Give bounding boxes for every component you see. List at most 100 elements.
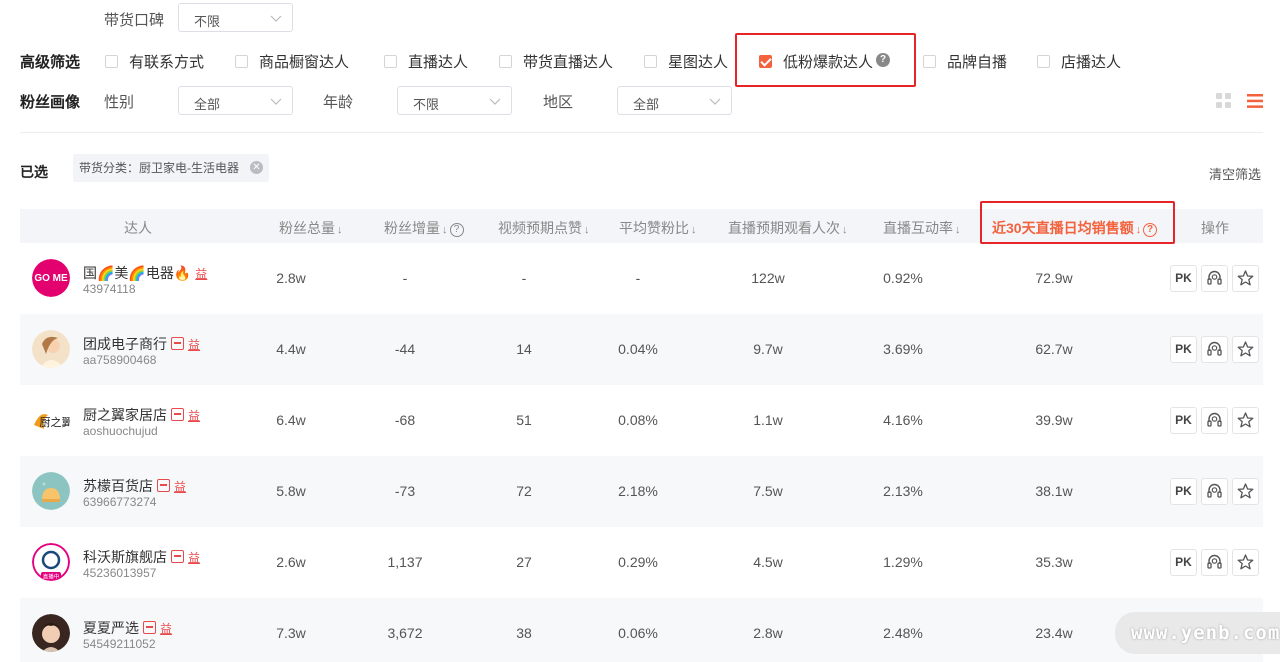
pk-button[interactable]: PK xyxy=(1170,265,1197,292)
header-live-views[interactable]: 直播预期观看人次 ↓ xyxy=(728,218,848,238)
pk-button[interactable]: PK xyxy=(1170,336,1197,363)
table-row[interactable]: GO ME 国🌈美🌈电器🔥 益 43974118 2.8w - - - 122w 0.92% 72.… xyxy=(20,243,1263,314)
table-row[interactable]: 苏檬百货店 益 63966773274 5.8w -73 72 2.18% 7.5w 2.13%… xyxy=(20,456,1263,527)
creator-name-line[interactable]: 苏檬百货店 益 xyxy=(83,476,186,496)
contact-button[interactable] xyxy=(1201,478,1228,505)
header-fans-total[interactable]: 粉丝总量 ↓ xyxy=(279,218,343,238)
cell-daily-sales: 35.3w xyxy=(1035,554,1073,570)
help-icon[interactable]: ? xyxy=(876,53,890,67)
creator-name-line[interactable]: 夏夏严选 益 xyxy=(83,618,172,638)
avatar[interactable]: 直播中 xyxy=(32,543,70,581)
creator-name-line[interactable]: 厨之翼家居店 益 xyxy=(83,405,200,425)
cell-live-interaction: 2.48% xyxy=(883,625,923,641)
cell-like-fan-ratio: - xyxy=(635,270,641,286)
clear-filters-link[interactable]: 清空筛选 xyxy=(1209,164,1261,183)
cell-daily-sales: 62.7w xyxy=(1035,341,1073,357)
option-label: 星图达人 xyxy=(668,54,729,71)
header-like-fan-ratio[interactable]: 平均赞粉比 ↓ xyxy=(619,218,697,238)
avatar[interactable] xyxy=(32,472,70,510)
cell-live-interaction: 2.13% xyxy=(883,483,923,499)
help-icon[interactable]: ? xyxy=(449,223,464,237)
creator-name[interactable]: 国🌈美🌈电器🔥 xyxy=(83,265,191,281)
creator-name[interactable]: 科沃斯旗舰店 xyxy=(83,549,167,565)
table-row[interactable]: 夏夏严选 益 54549211052 7.3w 3,672 38 0.06% 2.8w 2.48… xyxy=(20,598,1263,662)
level-badge-icon: 益 xyxy=(188,338,201,352)
cell-live-views: 2.8w xyxy=(753,625,783,641)
grid-view-icon[interactable] xyxy=(1215,92,1233,110)
level-badge-icon: 益 xyxy=(160,622,173,636)
region-select[interactable]: 全部 xyxy=(617,86,732,115)
level-badge-icon: 益 xyxy=(188,551,201,565)
header-daily-sales[interactable]: 近30天直播日均销售额 ↓? xyxy=(992,218,1158,238)
avatar[interactable]: GO ME xyxy=(32,259,70,297)
creator-name[interactable]: 团成电子商行 xyxy=(83,336,167,352)
favorite-button[interactable] xyxy=(1232,407,1259,434)
list-view-icon[interactable] xyxy=(1246,92,1264,110)
header-fans-growth[interactable]: 粉丝增量 ↓? xyxy=(384,218,464,238)
contact-button[interactable] xyxy=(1201,407,1228,434)
contact-button[interactable] xyxy=(1201,549,1228,576)
avatar[interactable]: 厨之翼 xyxy=(32,401,70,439)
reputation-select-value: 不限 xyxy=(194,14,221,29)
favorite-button[interactable] xyxy=(1232,265,1259,292)
header-video-likes[interactable]: 视频预期点赞 ↓ xyxy=(498,218,590,238)
checkbox[interactable] xyxy=(384,55,397,68)
header-live-interaction[interactable]: 直播互动率 ↓ xyxy=(883,218,961,238)
table-row[interactable]: 直播中 科沃斯旗舰店 益 45236013957 2.6w 1,137 27 0.29% 4.5… xyxy=(20,527,1263,598)
checkbox[interactable] xyxy=(105,55,118,68)
checkbox[interactable] xyxy=(923,55,936,68)
creator-name[interactable]: 夏夏严选 xyxy=(83,620,139,636)
headset-icon xyxy=(1207,483,1222,498)
cell-fans-total: 5.8w xyxy=(276,483,306,499)
shop-badge-icon xyxy=(143,621,156,634)
creator-name[interactable]: 厨之翼家居店 xyxy=(83,407,167,423)
shop-badge-icon xyxy=(171,550,184,563)
checkbox[interactable] xyxy=(235,55,248,68)
checkbox[interactable] xyxy=(499,55,512,68)
selected-filter-tag[interactable]: 带货分类：厨卫家电-生活电器 ✕ xyxy=(73,154,269,182)
cell-fans-growth: -44 xyxy=(394,341,416,357)
cell-daily-sales: 23.4w xyxy=(1035,625,1073,641)
headset-icon xyxy=(1207,270,1222,285)
star-icon xyxy=(1237,412,1254,428)
table-row[interactable]: 厨之翼 厨之翼家居店 益 aoshuochujud 6.4w -68 51 0.08% 1.1w… xyxy=(20,385,1263,456)
favorite-button[interactable] xyxy=(1232,549,1259,576)
pk-button[interactable]: PK xyxy=(1170,478,1197,505)
favorite-button[interactable] xyxy=(1232,478,1259,505)
cell-daily-sales: 72.9w xyxy=(1035,270,1073,286)
cell-daily-sales: 38.1w xyxy=(1035,483,1073,499)
star-icon xyxy=(1237,341,1254,357)
favorite-button[interactable] xyxy=(1232,336,1259,363)
avatar[interactable] xyxy=(32,330,70,368)
creator-id: 54549211052 xyxy=(83,637,156,651)
age-select[interactable]: 不限 xyxy=(397,86,512,115)
age-select-value: 不限 xyxy=(413,97,440,112)
checkbox-checked[interactable] xyxy=(759,55,772,68)
checkbox[interactable] xyxy=(644,55,657,68)
pk-button[interactable]: PK xyxy=(1170,407,1197,434)
creator-id: 63966773274 xyxy=(83,495,157,509)
reputation-select[interactable]: 不限 xyxy=(178,3,293,32)
pk-button[interactable]: PK xyxy=(1170,549,1197,576)
cell-like-fan-ratio: 0.06% xyxy=(618,625,658,641)
creator-name-line[interactable]: 国🌈美🌈电器🔥 益 xyxy=(83,263,207,283)
close-icon[interactable]: ✕ xyxy=(250,161,263,174)
table-row[interactable]: 团成电子商行 益 aa758900468 4.4w -44 14 0.04% 9.7w 3.69… xyxy=(20,314,1263,385)
cell-live-views: 4.5w xyxy=(753,554,783,570)
gender-select[interactable]: 全部 xyxy=(178,86,293,115)
creator-name[interactable]: 苏檬百货店 xyxy=(83,478,153,494)
advanced-filter-title: 高级筛选 xyxy=(20,54,81,71)
sort-down-icon: ↓ xyxy=(955,224,961,236)
cell-fans-total: 2.6w xyxy=(276,554,306,570)
creator-name-line[interactable]: 科沃斯旗舰店 益 xyxy=(83,547,200,567)
creator-id: aa758900468 xyxy=(83,353,157,367)
cell-live-interaction: 4.16% xyxy=(883,412,923,428)
svg-text:厨之翼: 厨之翼 xyxy=(40,415,71,429)
creator-name-line[interactable]: 团成电子商行 益 xyxy=(83,334,200,354)
help-icon[interactable]: ? xyxy=(1143,223,1158,237)
checkbox[interactable] xyxy=(1037,55,1050,68)
contact-button[interactable] xyxy=(1201,336,1228,363)
cell-video-likes: 72 xyxy=(516,483,532,499)
avatar[interactable] xyxy=(32,614,70,652)
contact-button[interactable] xyxy=(1201,265,1228,292)
